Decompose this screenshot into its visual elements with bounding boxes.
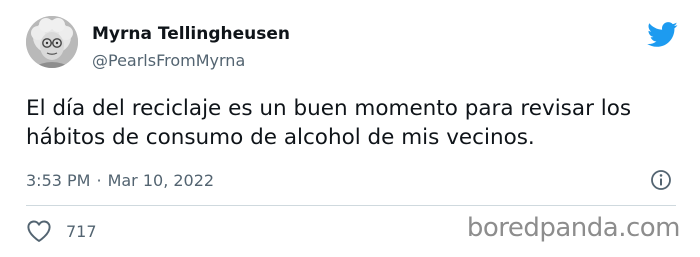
like-count: 717 [66,221,97,241]
tweet-text: El día del reciclaje es un buen momento … [26,96,632,150]
timestamp-separator: · [96,171,102,190]
divider [26,205,676,206]
heart-icon[interactable] [26,219,52,243]
display-name[interactable]: Myrna Tellingheusen [92,24,290,44]
tweet-timestamp[interactable]: 3:53 PM · Mar 10, 2022 [26,171,214,190]
tweet-time[interactable]: 3:53 PM [26,171,90,190]
avatar[interactable] [26,16,78,68]
user-handle[interactable]: @PearlsFromMyrna [92,51,245,70]
like-button[interactable]: 717 [26,219,97,243]
info-icon[interactable] [649,168,673,192]
tweet-date[interactable]: Mar 10, 2022 [108,171,215,190]
watermark: boredpanda.com [466,213,681,243]
twitter-bird-icon[interactable] [646,22,678,48]
tweet-card: Myrna Tellingheusen @PearlsFromMyrna El … [0,0,700,257]
